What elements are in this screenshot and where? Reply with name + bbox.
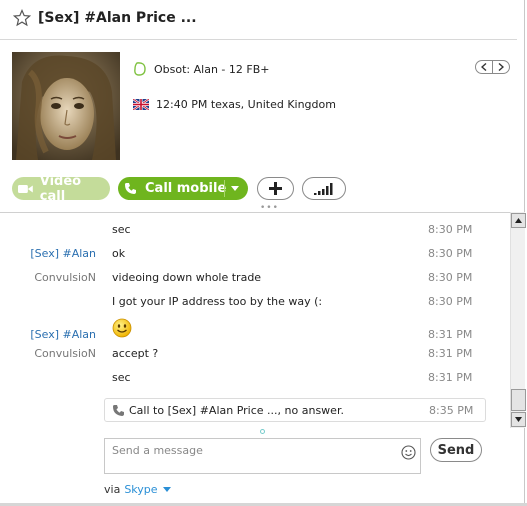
message-text: sec (112, 371, 131, 384)
favorite-star-icon[interactable] (13, 9, 31, 27)
typing-indicator-icon (260, 429, 265, 434)
call-event-text: Call to [Sex] #Alan Price ..., no answer… (129, 404, 344, 417)
via-service[interactable]: Skype (124, 483, 157, 496)
send-button[interactable]: Send (430, 438, 482, 462)
scroll-up-arrow-icon[interactable] (511, 213, 526, 228)
call-quality-button[interactable] (302, 177, 346, 200)
chat-scrollbar[interactable] (510, 212, 526, 428)
message-time: 8:30 PM (428, 247, 473, 260)
location-row: 12:40 PM texas, United Kingdom (133, 98, 336, 111)
next-arrow-icon[interactable] (493, 61, 509, 73)
message-text: videoing down whole trade (112, 271, 262, 284)
conversation-window: [Sex] #Alan Price ... Obsot: Alan - 12 F… (0, 0, 527, 506)
chevron-down-icon[interactable] (162, 487, 171, 492)
message-sender[interactable]: [Sex] #Alan (30, 328, 96, 341)
message-input[interactable] (112, 442, 392, 458)
call-mobile-button[interactable]: Call mobile (118, 177, 248, 200)
previous-arrow-icon[interactable] (476, 61, 493, 73)
add-people-button[interactable] (257, 177, 294, 200)
message-time: 8:31 PM (428, 371, 473, 384)
chat-message-row: sec 8:31 PM (0, 369, 510, 387)
call-event-card: Call to [Sex] #Alan Price ..., no answer… (104, 398, 486, 422)
uk-flag-icon (133, 99, 149, 110)
message-text: I got your IP address too by the way (: (112, 295, 323, 308)
emoticon-picker-icon[interactable] (401, 445, 416, 460)
call-event-time: 8:35 PM (429, 404, 474, 417)
via-label: via (104, 483, 121, 496)
message-time: 8:31 PM (428, 328, 473, 341)
chat-message-row: ConvulsioN accept ? 8:31 PM (0, 345, 510, 363)
video-camera-icon (18, 184, 33, 193)
mood-status-text: Obsot: Alan - 12 FB+ (154, 62, 270, 76)
message-text: ok (112, 247, 126, 260)
mood-status-row: Obsot: Alan - 12 FB+ (133, 62, 269, 76)
signal-bars-icon (314, 182, 333, 195)
chat-message-row: [Sex] #Alan 8:31 PM (0, 318, 510, 344)
message-text: accept ? (112, 347, 159, 360)
smiley-emoticon-icon (112, 318, 132, 338)
call-options-chevron-down-icon[interactable] (231, 186, 239, 191)
status-icon (134, 62, 146, 76)
phone-call-icon (113, 405, 124, 416)
message-sender[interactable]: ConvulsioN (34, 347, 96, 360)
message-text: sec (112, 223, 131, 236)
chat-message-row: sec 8:30 PM (0, 221, 510, 239)
video-call-button[interactable]: Video call (12, 174, 110, 204)
chat-message-row: [Sex] #Alan ok 8:30 PM (0, 245, 510, 263)
chat-message-row: I got your IP address too by the way (: … (0, 293, 510, 311)
contact-avatar[interactable] (12, 52, 120, 160)
message-time: 8:31 PM (428, 347, 473, 360)
message-sender[interactable]: ConvulsioN (34, 271, 96, 284)
conversation-header: [Sex] #Alan Price ... (0, 0, 517, 40)
split-divider (224, 180, 225, 197)
video-call-label: Video call (39, 173, 82, 204)
phone-icon (125, 183, 136, 194)
message-time: 8:30 PM (428, 271, 473, 284)
scroll-down-arrow-icon[interactable] (511, 412, 526, 427)
chat-message-row: ConvulsioN videoing down whole trade 8:3… (0, 269, 510, 287)
scroll-thumb[interactable] (511, 389, 526, 411)
call-mobile-label: Call mobile (145, 181, 227, 196)
send-via-selector[interactable]: via Skype (104, 483, 171, 496)
message-sender[interactable]: [Sex] #Alan (30, 247, 96, 260)
message-compose-box[interactable] (104, 438, 421, 474)
contact-nav-arrows (475, 60, 510, 74)
contact-title: [Sex] #Alan Price ... (38, 10, 197, 26)
message-time: 8:30 PM (428, 223, 473, 236)
plus-icon (269, 182, 282, 195)
local-time-location: 12:40 PM texas, United Kingdom (156, 98, 336, 111)
message-time: 8:30 PM (428, 295, 473, 308)
chat-history: sec 8:30 PM [Sex] #Alan ok 8:30 PM Convu… (0, 212, 510, 428)
